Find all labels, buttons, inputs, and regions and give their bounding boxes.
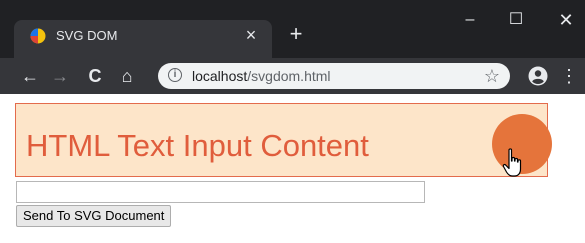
browser-tab[interactable]: SVG DOM × [14,20,272,58]
tab-title: SVG DOM [56,28,118,43]
hand-pointer-icon [502,148,522,177]
maximize-icon[interactable]: ☐ [502,8,530,32]
reload-icon[interactable]: C [83,64,107,88]
svg-document: HTML Text Input Content [15,103,552,177]
new-tab-icon[interactable]: + [286,23,306,45]
info-icon[interactable]: i [168,68,182,82]
browser-toolbar: ← → C ⌂ i localhost/svgdom.html ☆ ⋮ [0,58,585,94]
bookmark-star-icon[interactable]: ☆ [484,64,500,88]
profile-avatar-icon[interactable] [528,66,548,86]
url-text: localhost/svgdom.html [192,68,331,84]
svg-text: HTML Text Input Content [26,128,369,163]
url-host: localhost [192,68,248,84]
window-close-icon[interactable]: ✕ [552,8,580,32]
home-icon[interactable]: ⌂ [115,64,139,88]
menu-icon[interactable]: ⋮ [560,64,578,88]
text-content-input[interactable] [16,181,425,203]
browser-title-bar: SVG DOM × + – ☐ ✕ [0,0,585,58]
url-path: /svgdom.html [247,68,331,84]
tab-close-icon[interactable]: × [240,24,262,46]
minimize-icon[interactable]: – [456,8,484,32]
page-viewport: HTML Text Input Content Send To SVG Docu… [0,94,585,243]
send-to-svg-button[interactable]: Send To SVG Document [16,205,172,227]
favicon-icon [30,28,46,44]
forward-arrow-icon[interactable]: → [48,64,72,88]
address-bar[interactable]: i localhost/svgdom.html ☆ [158,63,510,89]
back-arrow-icon[interactable]: ← [18,64,42,88]
